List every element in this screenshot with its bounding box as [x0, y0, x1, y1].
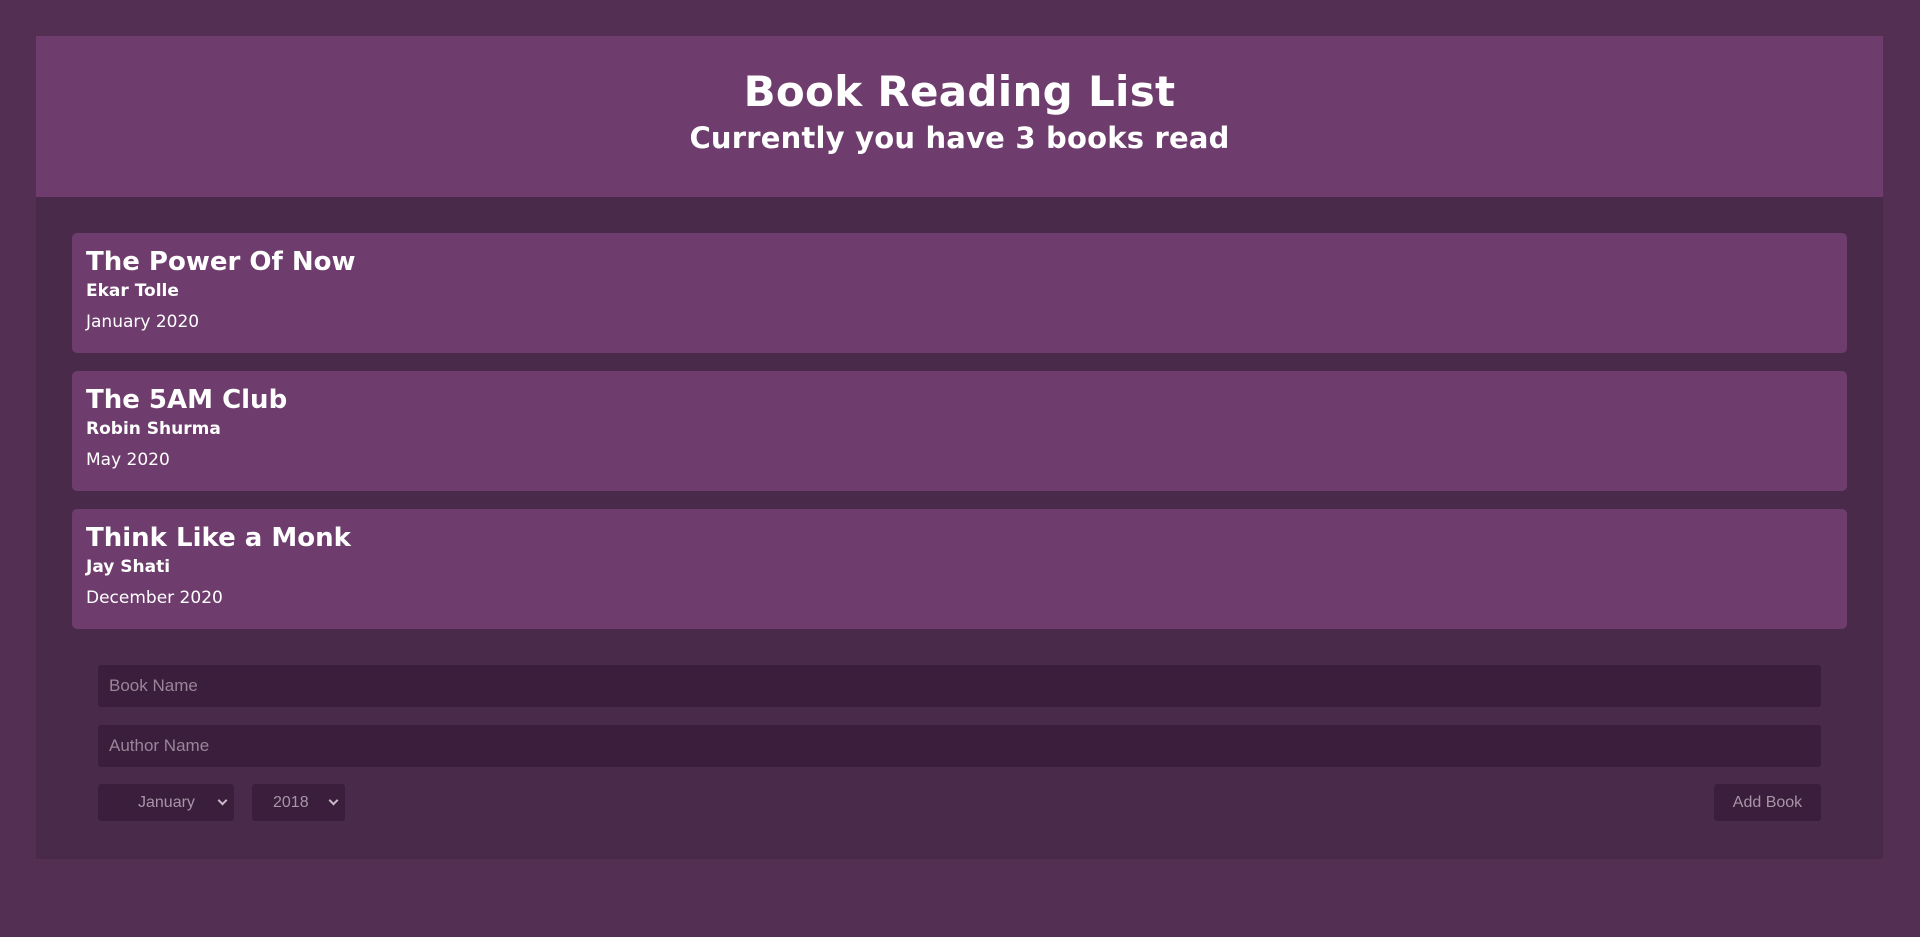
year-select[interactable]: 2018 [252, 784, 345, 821]
book-title: The 5AM Club [86, 385, 288, 415]
add-book-form: January 2018 Add Book [36, 647, 1883, 821]
book-date: January 2020 [86, 312, 200, 332]
chevron-down-icon [328, 795, 339, 806]
book-name-input[interactable] [98, 665, 1821, 707]
form-controls: January 2018 Add Book [98, 784, 1821, 821]
year-select-value: 2018 [273, 793, 309, 811]
book-author: Ekar Tolle [86, 281, 179, 301]
book-card: Think Like a Monk Jay Shati December 202… [72, 509, 1847, 629]
book-card: The Power Of Now Ekar Tolle January 2020 [72, 233, 1847, 353]
chevron-down-icon [217, 795, 228, 806]
header: Book Reading List Currently you have 3 b… [36, 36, 1883, 197]
book-author: Jay Shati [86, 557, 171, 577]
book-date: May 2020 [86, 450, 170, 470]
book-date: December 2020 [86, 588, 223, 608]
book-author: Robin Shurma [86, 419, 221, 439]
book-card: The 5AM Club Robin Shurma May 2020 [72, 371, 1847, 491]
reading-list-app: Book Reading List Currently you have 3 b… [36, 36, 1883, 859]
month-select[interactable]: January [98, 784, 234, 821]
books-read-count: Currently you have 3 books read [689, 120, 1230, 155]
book-title: Think Like a Monk [86, 523, 351, 553]
add-book-button[interactable]: Add Book [1714, 784, 1821, 821]
author-name-input[interactable] [98, 725, 1821, 767]
page-title: Book Reading List [743, 67, 1176, 116]
book-list: The Power Of Now Ekar Tolle January 2020… [36, 197, 1883, 629]
month-select-value: January [138, 793, 195, 811]
book-title: The Power Of Now [86, 247, 356, 277]
